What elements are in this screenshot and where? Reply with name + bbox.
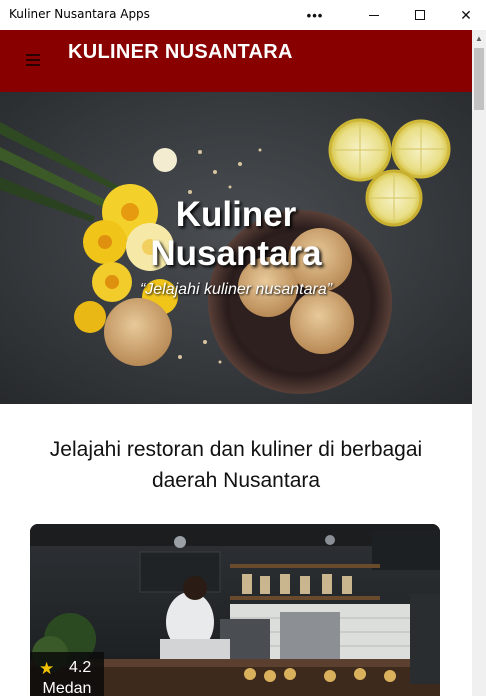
ellipsis-icon: ••• [306, 7, 324, 23]
maximize-icon [415, 10, 425, 20]
scroll-up-arrow-icon[interactable]: ▲ [472, 30, 486, 46]
hamburger-menu-icon[interactable] [26, 54, 40, 66]
rating-value: 4.2 [69, 659, 92, 676]
hero-title-line-2: Nusantara [150, 234, 322, 273]
app-viewport: KULINER NUSANTARA Kuliner Nusantara “Jel… [0, 30, 486, 696]
page-content: KULINER NUSANTARA Kuliner Nusantara “Jel… [0, 30, 472, 696]
window-titlebar: Kuliner Nusantara Apps ••• ✕ [0, 0, 486, 30]
intro-heading: Jelajahi restoran dan kuliner di berbaga… [49, 438, 423, 492]
top-navbar: KULINER NUSANTARA [0, 30, 472, 92]
close-icon: ✕ [460, 6, 472, 23]
vertical-scrollbar[interactable]: ▲ [472, 30, 486, 696]
hero-tagline: “Jelajahi kuliner nusantara” [139, 281, 333, 298]
maximize-button[interactable] [397, 0, 443, 30]
more-options-button[interactable]: ••• [292, 0, 338, 30]
restaurant-card[interactable]: ★ 4.2 Medan [30, 524, 440, 696]
hero-title-line-1: Kuliner [175, 195, 297, 234]
scrollbar-thumb[interactable] [474, 48, 484, 110]
hero-banner: Kuliner Nusantara “Jelajahi kuliner nusa… [0, 92, 472, 404]
close-window-button[interactable]: ✕ [443, 0, 486, 30]
window-title: Kuliner Nusantara Apps [9, 7, 150, 21]
star-icon: ★ [39, 659, 55, 678]
rating-badge: ★ 4.2 Medan [30, 652, 104, 696]
city-label: Medan [42, 680, 92, 696]
minimize-icon [369, 14, 379, 16]
brand-title[interactable]: KULINER NUSANTARA [68, 41, 293, 64]
minimize-button[interactable] [351, 0, 397, 30]
